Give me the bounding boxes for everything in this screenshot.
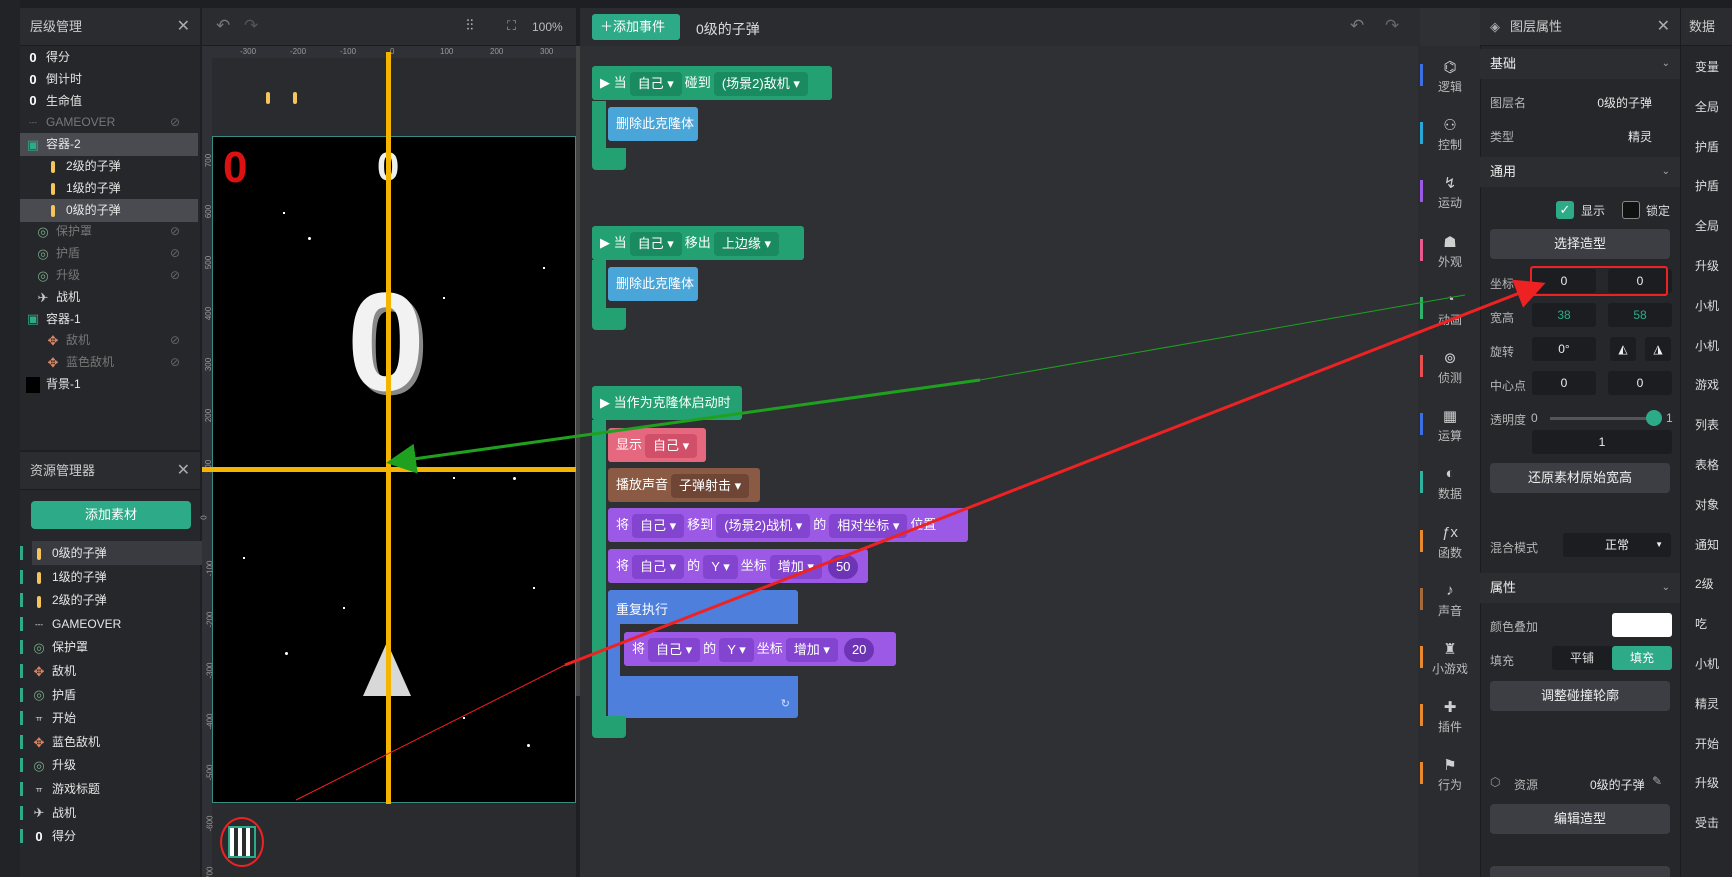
annotation-red-line — [295, 664, 566, 801]
annotation-overlay — [295, 279, 1546, 801]
annotation-red-arrow — [564, 279, 1546, 667]
annotation-green-arrow — [386, 378, 981, 474]
annotation-green-line — [979, 294, 1466, 381]
